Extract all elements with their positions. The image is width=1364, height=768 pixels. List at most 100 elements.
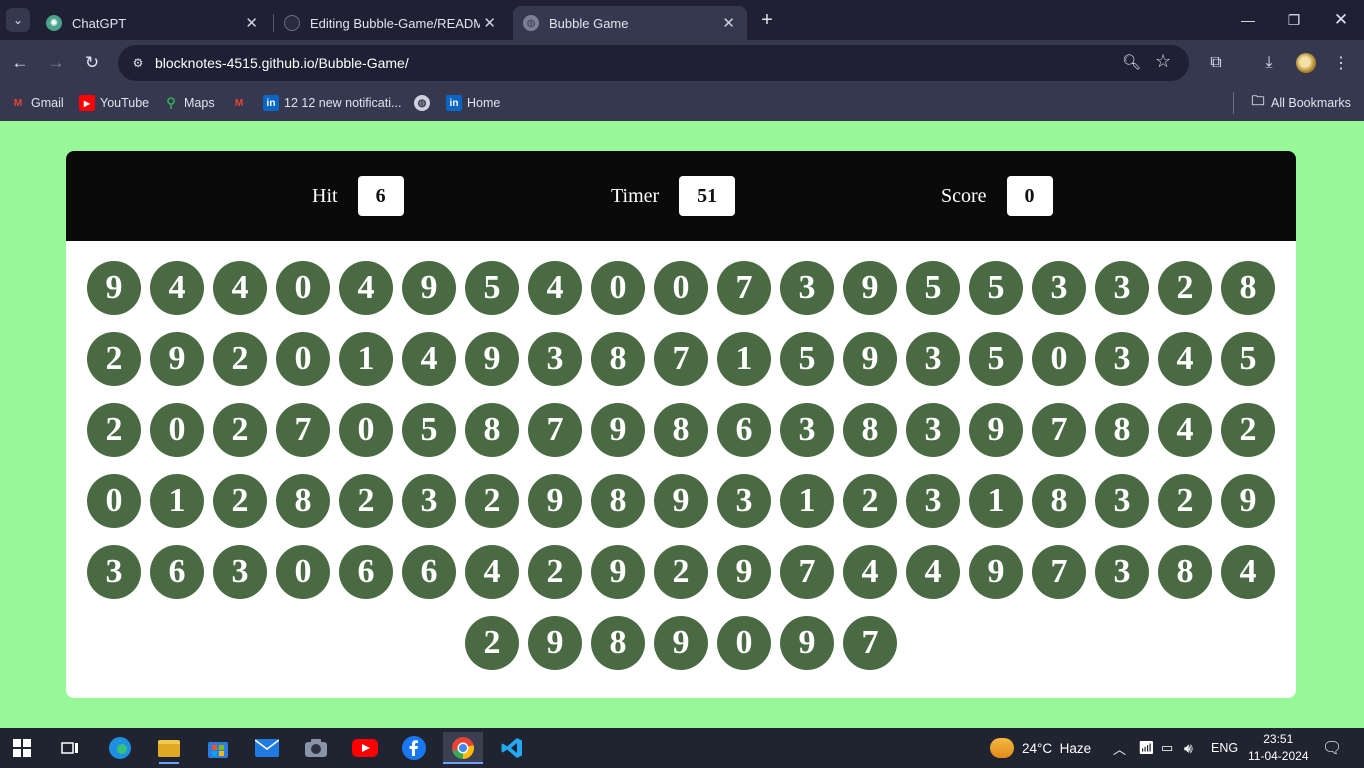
minimize-button[interactable]: — <box>1225 0 1271 40</box>
bubble[interactable]: 2 <box>1158 474 1212 528</box>
bubble[interactable]: 7 <box>780 545 834 599</box>
network-icon[interactable]: 📶︎ <box>1138 728 1155 768</box>
bubble[interactable]: 0 <box>276 332 330 386</box>
bubble[interactable]: 9 <box>150 332 204 386</box>
bookmark-star-icon[interactable]: ☆ <box>1155 51 1171 72</box>
taskbar-facebook[interactable] <box>394 732 434 764</box>
notification-center-icon[interactable]: 🗨︎ <box>1322 728 1342 768</box>
taskbar-camera[interactable] <box>296 732 336 764</box>
bubble[interactable]: 8 <box>591 474 645 528</box>
tab-github-readme[interactable]: Editing Bubble-Game/README.md ✕ <box>274 6 508 40</box>
bubble[interactable]: 5 <box>1221 332 1275 386</box>
bubble[interactable]: 3 <box>87 545 141 599</box>
bubble[interactable]: 7 <box>717 261 771 315</box>
bubble[interactable]: 6 <box>339 545 393 599</box>
bubble[interactable]: 0 <box>1032 332 1086 386</box>
bubble[interactable]: 7 <box>276 403 330 457</box>
reload-button[interactable]: ↻ <box>80 51 104 75</box>
site-info-icon[interactable]: ⚙ <box>126 51 150 75</box>
bubble[interactable]: 9 <box>87 261 141 315</box>
bubble[interactable]: 9 <box>1221 474 1275 528</box>
bubble[interactable]: 0 <box>339 403 393 457</box>
bubble[interactable]: 1 <box>969 474 1023 528</box>
bubble[interactable]: 4 <box>339 261 393 315</box>
back-button[interactable]: ← <box>8 51 32 75</box>
bubble[interactable]: 3 <box>780 403 834 457</box>
bubble[interactable]: 8 <box>654 403 708 457</box>
bubble[interactable]: 4 <box>150 261 204 315</box>
bubble[interactable]: 0 <box>87 474 141 528</box>
bubble[interactable]: 9 <box>591 545 645 599</box>
bubble[interactable]: 9 <box>843 261 897 315</box>
bubble[interactable]: 5 <box>969 332 1023 386</box>
bubble[interactable]: 7 <box>1032 545 1086 599</box>
bubble[interactable]: 3 <box>780 261 834 315</box>
bubble[interactable]: 8 <box>1221 261 1275 315</box>
show-hidden-icons-button[interactable]: ︿ <box>1113 728 1126 768</box>
bubble[interactable]: 8 <box>465 403 519 457</box>
bubble[interactable]: 2 <box>1221 403 1275 457</box>
bubble[interactable]: 0 <box>591 261 645 315</box>
bubble[interactable]: 4 <box>402 332 456 386</box>
bubble[interactable]: 9 <box>465 332 519 386</box>
bubble[interactable]: 3 <box>906 474 960 528</box>
taskbar-edge[interactable] <box>100 732 140 764</box>
bubble[interactable]: 4 <box>906 545 960 599</box>
bubble[interactable]: 2 <box>654 545 708 599</box>
extensions-icon[interactable]: ⧉ <box>1205 52 1227 74</box>
bubble[interactable]: 2 <box>1158 261 1212 315</box>
bubble[interactable]: 9 <box>591 403 645 457</box>
bubble[interactable]: 8 <box>1032 474 1086 528</box>
forward-button[interactable]: → <box>44 51 68 75</box>
profile-avatar[interactable] <box>1296 53 1316 73</box>
bookmark-linkedin-notifications[interactable]: in 12 12 new notificati... <box>263 94 401 112</box>
bubble[interactable]: 0 <box>150 403 204 457</box>
bubble[interactable]: 1 <box>150 474 204 528</box>
bubble[interactable]: 4 <box>213 261 267 315</box>
address-bar[interactable]: ⚙ blocknotes-4515.github.io/Bubble-Game/… <box>118 45 1189 81</box>
bubble[interactable]: 7 <box>843 616 897 670</box>
bubble[interactable]: 9 <box>402 261 456 315</box>
bubble[interactable]: 1 <box>780 474 834 528</box>
bubble[interactable]: 6 <box>402 545 456 599</box>
all-bookmarks[interactable]: 🗀 All Bookmarks <box>1250 93 1350 112</box>
bubble[interactable]: 3 <box>1095 332 1149 386</box>
bubble[interactable]: 9 <box>528 616 582 670</box>
close-window-button[interactable]: ✕ <box>1318 0 1364 40</box>
bubble[interactable]: 5 <box>780 332 834 386</box>
bookmark-globe[interactable]: ◍ <box>414 94 435 112</box>
bubble[interactable]: 4 <box>1158 332 1212 386</box>
bubble[interactable]: 5 <box>906 261 960 315</box>
bubble[interactable]: 9 <box>843 332 897 386</box>
bubble[interactable]: 3 <box>1095 261 1149 315</box>
bubble[interactable]: 3 <box>906 403 960 457</box>
taskbar-chrome[interactable] <box>443 732 483 764</box>
task-view-button[interactable] <box>50 732 90 764</box>
bubble[interactable]: 9 <box>717 545 771 599</box>
bubble[interactable]: 7 <box>528 403 582 457</box>
bubble[interactable]: 9 <box>654 616 708 670</box>
bubble[interactable]: 3 <box>402 474 456 528</box>
bubble[interactable]: 9 <box>528 474 582 528</box>
bubble[interactable]: 3 <box>213 545 267 599</box>
bubble[interactable]: 8 <box>1095 403 1149 457</box>
close-icon[interactable]: ✕ <box>722 14 735 32</box>
url-text[interactable]: blocknotes-4515.github.io/Bubble-Game/ <box>155 55 409 71</box>
bubble[interactable]: 7 <box>654 332 708 386</box>
start-button[interactable] <box>2 732 42 764</box>
taskbar-mail[interactable] <box>247 732 287 764</box>
bubble[interactable]: 5 <box>465 261 519 315</box>
bookmark-maps[interactable]: ⚲ Maps <box>163 94 214 112</box>
bubble[interactable]: 4 <box>1221 545 1275 599</box>
bubble[interactable]: 4 <box>528 261 582 315</box>
bubble[interactable]: 4 <box>465 545 519 599</box>
bubble[interactable]: 5 <box>402 403 456 457</box>
taskbar-youtube[interactable] <box>345 732 385 764</box>
bubble[interactable]: 2 <box>87 332 141 386</box>
taskbar-file-explorer[interactable] <box>149 732 189 764</box>
bubble[interactable]: 8 <box>276 474 330 528</box>
bubble[interactable]: 3 <box>1095 474 1149 528</box>
bubble[interactable]: 9 <box>969 545 1023 599</box>
bubble[interactable]: 3 <box>906 332 960 386</box>
zoom-icon[interactable]: 🔍︎ <box>1122 53 1141 71</box>
